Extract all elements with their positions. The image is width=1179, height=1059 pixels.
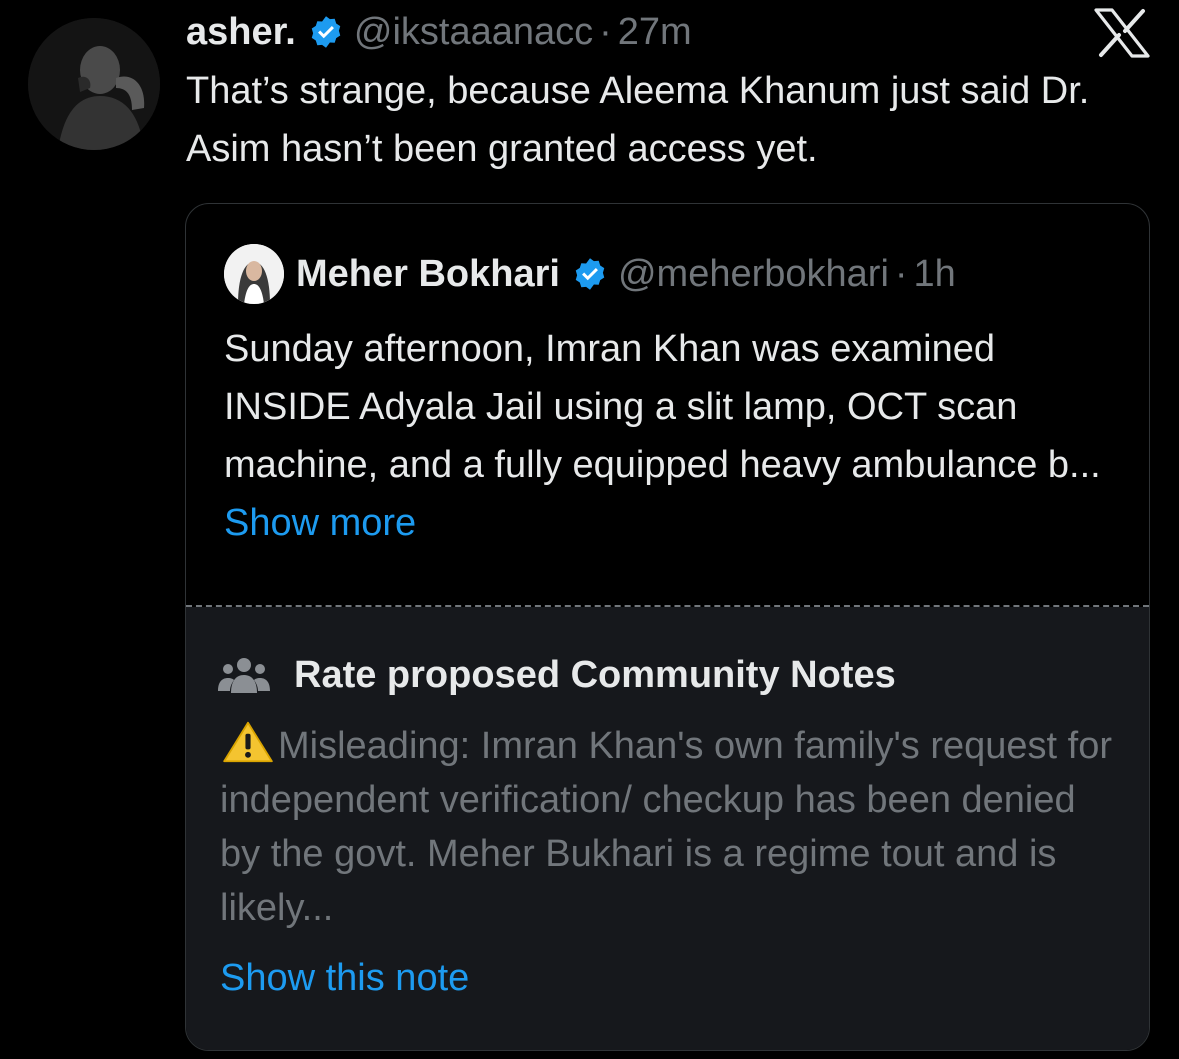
quoted-tweet-card[interactable]: Meher Bokhari @meherbokhari · 1h Sunday … <box>185 203 1150 1051</box>
author-name[interactable]: asher. <box>186 11 296 54</box>
people-icon <box>218 658 270 693</box>
author-handle[interactable]: @ikstaaanacc <box>354 11 593 54</box>
note-text: Misleading: Imran Khan's own family's re… <box>220 725 1112 929</box>
quoted-tweet-header: Meher Bokhari @meherbokhari · 1h <box>224 244 956 304</box>
separator-dot: · <box>894 252 908 295</box>
quoted-author-name[interactable]: Meher Bokhari <box>296 253 560 296</box>
community-notes-header: Rate proposed Community Notes <box>218 651 896 699</box>
quoted-author-handle[interactable]: @meherbokhari <box>618 253 889 296</box>
tweet-timestamp[interactable]: 27m <box>618 11 692 54</box>
show-more-link[interactable]: Show more <box>224 502 416 544</box>
x-logo-icon <box>1094 8 1150 58</box>
show-this-note-link[interactable]: Show this note <box>220 957 469 1000</box>
verified-badge-icon <box>311 16 341 48</box>
community-notes-title: Rate proposed Community Notes <box>294 653 896 696</box>
note-body: Misleading: Imran Khan's own family's re… <box>220 719 1120 935</box>
community-notes-panel: Rate proposed Community Notes Misleading… <box>186 607 1149 1050</box>
quoted-tweet-text-block: Sunday afternoon, Imran Khan was examine… <box>224 320 1124 552</box>
author-avatar[interactable] <box>28 18 160 150</box>
warning-icon <box>223 721 273 763</box>
verified-badge-icon <box>575 258 605 290</box>
quoted-tweet-timestamp[interactable]: 1h <box>914 253 956 296</box>
tweet-text: That’s strange, because Aleema Khanum ju… <box>186 70 1090 170</box>
separator-dot: · <box>599 10 612 53</box>
quoted-tweet-text: Sunday afternoon, Imran Khan was examine… <box>224 328 1101 486</box>
quoted-author-avatar[interactable] <box>224 244 284 304</box>
tweet-header: asher. @ikstaaanacc · 27m <box>186 8 692 56</box>
